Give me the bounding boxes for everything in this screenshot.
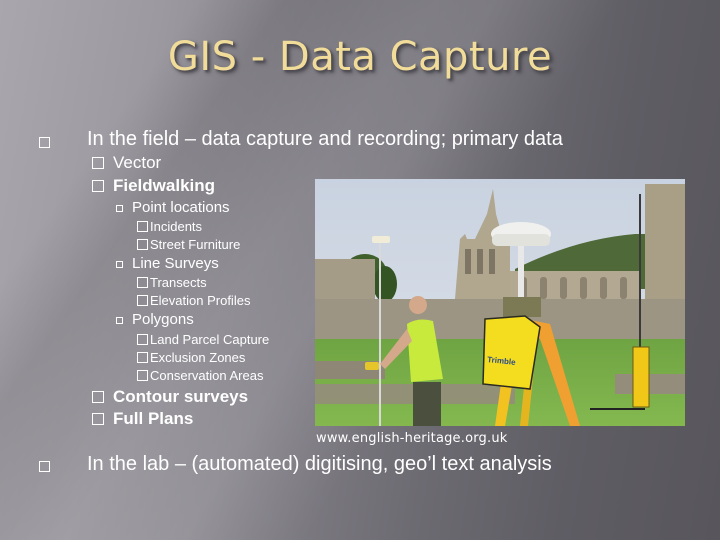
- surveyor-trousers: [413, 382, 441, 426]
- bullet-contour-surveys: Contour surveys: [113, 387, 249, 406]
- surveyor-head: [409, 296, 427, 314]
- window: [465, 249, 471, 274]
- window: [477, 249, 483, 274]
- window: [489, 249, 495, 274]
- bullet-box-icon: [137, 370, 148, 381]
- bullet-small-square-icon: [116, 205, 123, 212]
- ruin-tower-right: [645, 184, 685, 304]
- antenna-body: [492, 234, 550, 246]
- bullet-square-icon: [92, 157, 104, 169]
- bullet-polygons: Polygons: [132, 311, 194, 328]
- bullet-vector: Vector: [113, 153, 162, 172]
- bullet-square-icon: [92, 413, 104, 425]
- survey-photo-illustration: Trimble: [315, 179, 685, 426]
- radio-unit: [632, 346, 650, 408]
- survey-photo: Trimble: [315, 179, 685, 426]
- bullet-box-icon: [137, 334, 148, 345]
- bullet-box-icon: [137, 295, 148, 306]
- bullet-incidents: Incidents: [137, 219, 202, 234]
- bullet-small-square-icon: [116, 317, 123, 324]
- bullet-box-icon: [137, 352, 148, 363]
- bullet-field: In the field – data capture and recordin…: [87, 128, 563, 150]
- bullet-street-furniture: Street Furniture: [137, 237, 240, 252]
- bullet-point-locations: Point locations: [132, 199, 230, 216]
- bullet-small-square-icon: [116, 261, 123, 268]
- tree: [373, 266, 397, 302]
- bullet-line-surveys: Line Surveys: [132, 255, 219, 272]
- controller: [365, 362, 379, 370]
- arch: [600, 277, 607, 299]
- bullet-transects: Transects: [137, 275, 207, 290]
- arch: [620, 277, 627, 299]
- arch: [560, 277, 567, 299]
- bullet-land-parcel-capture: Land Parcel Capture: [137, 332, 269, 347]
- tribrach: [503, 297, 541, 317]
- bullet-lab: In the lab – (automated) digitising, geo…: [87, 453, 552, 475]
- photo-credit: www.english-heritage.org.uk: [316, 431, 508, 446]
- bullet-square-icon: [92, 391, 104, 403]
- trimble-bag: [482, 315, 541, 390]
- bullet-fieldwalking: Fieldwalking: [113, 176, 216, 195]
- gps-pole: [379, 241, 381, 426]
- bullet-box-icon: [137, 221, 148, 232]
- bullet-elevation-profiles: Elevation Profiles: [137, 293, 250, 308]
- arch: [580, 277, 587, 299]
- bullet-square-icon: [39, 137, 50, 148]
- arch: [540, 277, 547, 299]
- radio-antenna: [639, 194, 641, 369]
- bullet-full-plans: Full Plans: [113, 409, 194, 428]
- slide-title: GIS - Data Capture: [167, 34, 553, 80]
- bullet-square-icon: [92, 180, 104, 192]
- bullet-conservation-areas: Conservation Areas: [137, 368, 263, 383]
- gps-rover-antenna: [372, 236, 390, 243]
- bullet-exclusion-zones: Exclusion Zones: [137, 350, 245, 365]
- bullet-square-icon: [39, 461, 50, 472]
- low-wall: [615, 374, 685, 394]
- bullet-box-icon: [137, 239, 148, 250]
- bullet-box-icon: [137, 277, 148, 288]
